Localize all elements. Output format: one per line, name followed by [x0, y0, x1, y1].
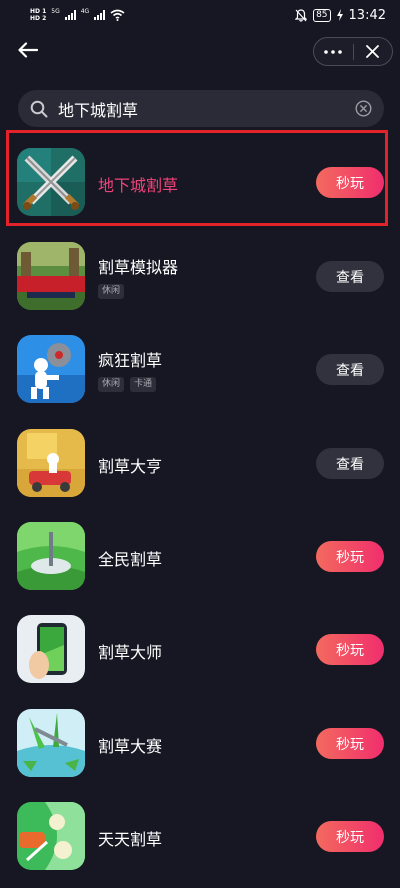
tag: 卡通: [130, 377, 157, 392]
result-item-mowing-simulator[interactable]: 割草模拟器 休闲 查看: [0, 230, 400, 324]
more-dots-icon: [324, 49, 343, 54]
hd1-label: HD 1: [30, 7, 47, 15]
close-button[interactable]: [353, 38, 392, 65]
close-icon: [366, 45, 380, 58]
battery-icon: 85: [313, 8, 331, 22]
search-input[interactable]: [58, 99, 354, 118]
result-title: 地下城割草: [98, 176, 179, 195]
instant-play-button[interactable]: 秒玩: [316, 634, 384, 665]
tag: 休闲: [98, 284, 125, 299]
status-bar: HD 1 HD 2 5G 4G 85 13:42: [0, 0, 400, 30]
lawn-mower-icon: [17, 429, 85, 497]
tag-list: 休闲 卡通: [98, 377, 157, 392]
view-button[interactable]: 查看: [316, 354, 384, 385]
view-button[interactable]: 查看: [316, 448, 384, 479]
result-title: 天天割草: [98, 830, 163, 849]
phone-grass-icon: [17, 615, 85, 683]
instant-play-button[interactable]: 秒玩: [316, 541, 384, 572]
instant-play-button[interactable]: 秒玩: [316, 728, 384, 759]
signal1-icon: [64, 10, 76, 20]
result-title: 割草大师: [98, 643, 163, 662]
back-button[interactable]: [14, 36, 42, 64]
result-item-mowing-master[interactable]: 割草大师 秒玩: [0, 603, 400, 697]
more-button[interactable]: [314, 38, 353, 65]
mute-icon: [295, 8, 308, 22]
clear-circle-icon: [354, 100, 372, 117]
instant-play-button[interactable]: 秒玩: [316, 167, 384, 198]
search-bar[interactable]: [18, 90, 384, 127]
result-title: 疯狂割草: [98, 351, 163, 370]
clock: 13:42: [348, 7, 386, 23]
network1-label: 5G: [51, 7, 60, 15]
wifi-icon: [110, 9, 125, 21]
saw-blade-runner-icon: [17, 335, 85, 403]
result-item-mowing-tycoon[interactable]: 割草大亨 查看: [0, 417, 400, 511]
tag-list: 休闲: [98, 284, 125, 299]
result-item-mowing-contest[interactable]: 割草大赛 秒玩: [0, 697, 400, 791]
signal2-icon: [94, 10, 106, 20]
charging-icon: [336, 9, 343, 21]
spinning-blade-icon: [17, 522, 85, 590]
result-item-everyone-mowing[interactable]: 全民割草 秒玩: [0, 510, 400, 604]
result-title: 割草大亨: [98, 457, 163, 476]
status-right: 85 13:42: [295, 8, 386, 23]
clear-search-button[interactable]: [354, 100, 372, 118]
mowing-simulator-icon: [17, 242, 85, 310]
grass-cutter-icon: [17, 709, 85, 777]
crossed-swords-icon: [17, 148, 85, 216]
vs-battle-icon: [17, 802, 85, 870]
hd2-label: HD 2: [30, 14, 47, 22]
status-left: HD 1 HD 2 5G 4G: [30, 7, 125, 22]
view-button[interactable]: 查看: [316, 261, 384, 292]
result-item-crazy-mowing[interactable]: 疯狂割草 休闲 卡通 查看: [0, 323, 400, 417]
result-item-dungeon-mowing[interactable]: 地下城割草 秒玩: [0, 136, 400, 230]
result-item-daily-mowing[interactable]: 天天割草 秒玩: [0, 790, 400, 884]
arrow-left-icon: [18, 42, 38, 58]
tag: 休闲: [98, 377, 125, 392]
instant-play-button[interactable]: 秒玩: [316, 821, 384, 852]
result-title: 全民割草: [98, 550, 163, 569]
result-title: 割草大赛: [98, 737, 163, 756]
sim-indicator: HD 1 HD 2: [30, 7, 47, 22]
network2-label: 4G: [80, 7, 90, 15]
result-title: 割草模拟器: [98, 258, 179, 277]
search-icon: [30, 100, 48, 117]
mini-program-capsule: [313, 37, 393, 66]
